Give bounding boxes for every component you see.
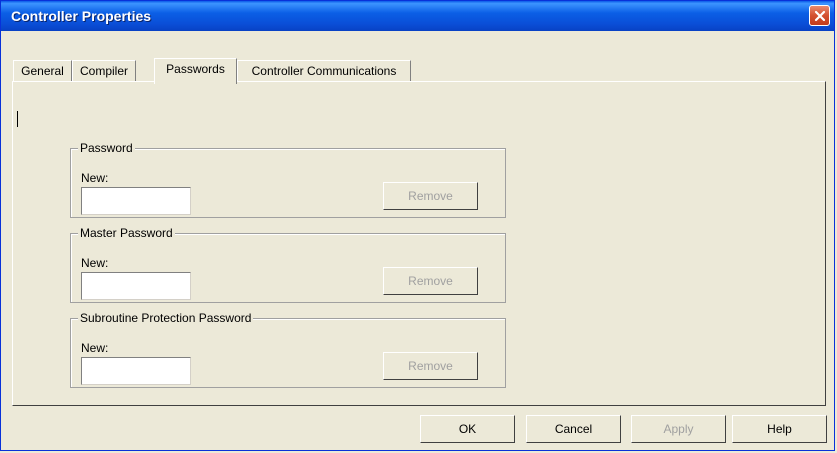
password-group-label: Password [78, 141, 135, 155]
subroutine-password-group: Subroutine Protection Password New: Remo… [70, 311, 506, 388]
tab-controller-communications[interactable]: Controller Communications [237, 60, 411, 82]
tab-general[interactable]: General [13, 60, 72, 82]
help-button[interactable]: Help [732, 415, 827, 443]
password-remove-button[interactable]: Remove [383, 182, 478, 210]
subroutine-password-new-label: New: [81, 341, 109, 355]
master-password-new-label: New: [81, 256, 109, 270]
master-password-new-input[interactable] [81, 272, 191, 300]
subroutine-password-remove-button[interactable]: Remove [383, 352, 478, 380]
controller-properties-dialog: Controller Properties General Compiler P… [0, 0, 835, 451]
cancel-button[interactable]: Cancel [526, 415, 621, 443]
password-new-label: New: [81, 171, 109, 185]
close-icon [814, 10, 825, 21]
apply-button[interactable]: Apply [631, 415, 726, 443]
title-bar[interactable]: Controller Properties [1, 1, 834, 31]
text-caret [17, 111, 18, 127]
master-password-group: Master Password New: Remove [70, 226, 506, 303]
window-title: Controller Properties [11, 8, 152, 24]
tab-compiler[interactable]: Compiler [72, 60, 136, 82]
subroutine-password-group-label: Subroutine Protection Password [78, 311, 254, 325]
master-password-remove-button[interactable]: Remove [383, 267, 478, 295]
master-password-group-label: Master Password [78, 226, 175, 240]
password-new-input[interactable] [81, 187, 191, 215]
subroutine-password-new-input[interactable] [81, 357, 191, 385]
close-button[interactable] [809, 5, 830, 26]
tab-passwords[interactable]: Passwords [154, 58, 237, 84]
password-group: Password New: Remove [17, 111, 506, 218]
passwords-panel: Password New: Remove Master Password New… [12, 81, 826, 406]
ok-button[interactable]: OK [420, 415, 515, 443]
